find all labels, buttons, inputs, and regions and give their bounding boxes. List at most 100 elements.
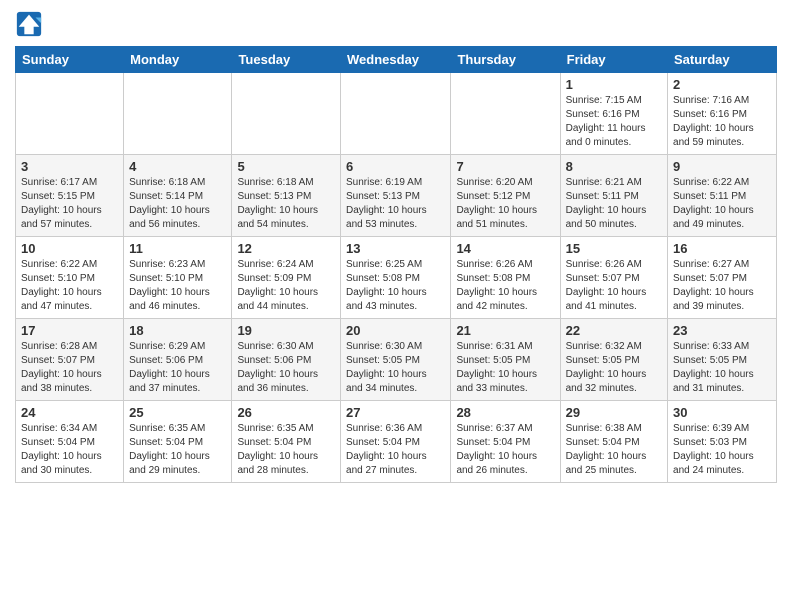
calendar-cell: 17Sunrise: 6:28 AM Sunset: 5:07 PM Dayli… xyxy=(16,319,124,401)
calendar-cell: 9 Sunrise: 6:22 AM Sunset: 5:11 PM Daylig… xyxy=(668,155,777,237)
calendar-cell: 24 Sunrise: 6:34 AM Sunset: 5:04 PM Dayli… xyxy=(16,401,124,483)
calendar-cell: 16Sunrise: 6:27 AM Sunset: 5:07 PM Dayli… xyxy=(668,237,777,319)
calendar-week-row: 1Sunrise: 7:15 AM Sunset: 6:16 PM Daylig… xyxy=(16,73,777,155)
calendar-cell: 27 Sunrise: 6:36 AM Sunset: 5:04 PM Dayli… xyxy=(341,401,451,483)
day-info: Sunrise: 6:18 AM Sunset: 5:13 PM Dayligh… xyxy=(237,176,335,232)
day-number: 4 xyxy=(129,159,226,174)
calendar-cell: 12 Sunrise: 6:24 AM Sunset: 5:09 PM Dayli… xyxy=(232,237,341,319)
calendar: SundayMondayTuesdayWednesdayThursdayFrid… xyxy=(15,46,777,483)
day-number: 30 xyxy=(673,405,771,420)
calendar-header-friday: Friday xyxy=(560,47,667,73)
day-number: 18 xyxy=(129,323,226,338)
day-info: Sunrise: 6:26 AM Sunset: 5:07 PM Dayligh… xyxy=(566,258,662,314)
day-number: 29 xyxy=(566,405,662,420)
day-info: Sunrise: 6:34 AM Sunset: 5:04 PM Dayligh… xyxy=(21,422,118,478)
day-info: Sunrise: 6:26 AM Sunset: 5:08 PM Dayligh… xyxy=(456,258,554,314)
day-info: Sunrise: 6:37 AM Sunset: 5:04 PM Dayligh… xyxy=(456,422,554,478)
logo-icon xyxy=(15,10,43,38)
calendar-cell: 18 Sunrise: 6:29 AM Sunset: 5:06 PM Dayli… xyxy=(124,319,232,401)
day-info: Sunrise: 6:36 AM Sunset: 5:04 PM Dayligh… xyxy=(346,422,445,478)
calendar-cell xyxy=(124,73,232,155)
calendar-cell xyxy=(451,73,560,155)
day-number: 21 xyxy=(456,323,554,338)
day-info: Sunrise: 6:17 AM Sunset: 5:15 PM Dayligh… xyxy=(21,176,118,232)
day-info: Sunrise: 6:22 AM Sunset: 5:10 PM Dayligh… xyxy=(21,258,118,314)
day-info: Sunrise: 6:20 AM Sunset: 5:12 PM Dayligh… xyxy=(456,176,554,232)
page: SundayMondayTuesdayWednesdayThursdayFrid… xyxy=(0,0,792,493)
calendar-cell: 4 Sunrise: 6:18 AM Sunset: 5:14 PM Daylig… xyxy=(124,155,232,237)
day-number: 1 xyxy=(566,77,662,92)
day-number: 6 xyxy=(346,159,445,174)
day-number: 9 xyxy=(673,159,771,174)
day-info: Sunrise: 6:35 AM Sunset: 5:04 PM Dayligh… xyxy=(129,422,226,478)
day-number: 12 xyxy=(237,241,335,256)
day-info: Sunrise: 6:18 AM Sunset: 5:14 PM Dayligh… xyxy=(129,176,226,232)
calendar-header-tuesday: Tuesday xyxy=(232,47,341,73)
calendar-cell: 25 Sunrise: 6:35 AM Sunset: 5:04 PM Dayli… xyxy=(124,401,232,483)
day-number: 13 xyxy=(346,241,445,256)
day-info: Sunrise: 7:16 AM Sunset: 6:16 PM Dayligh… xyxy=(673,94,771,150)
calendar-header-sunday: Sunday xyxy=(16,47,124,73)
day-number: 2 xyxy=(673,77,771,92)
day-info: Sunrise: 6:22 AM Sunset: 5:11 PM Dayligh… xyxy=(673,176,771,232)
day-number: 22 xyxy=(566,323,662,338)
calendar-week-row: 24 Sunrise: 6:34 AM Sunset: 5:04 PM Dayli… xyxy=(16,401,777,483)
calendar-header-row: SundayMondayTuesdayWednesdayThursdayFrid… xyxy=(16,47,777,73)
day-number: 7 xyxy=(456,159,554,174)
calendar-cell: 26Sunrise: 6:35 AM Sunset: 5:04 PM Dayli… xyxy=(232,401,341,483)
day-info: Sunrise: 6:31 AM Sunset: 5:05 PM Dayligh… xyxy=(456,340,554,396)
day-number: 15 xyxy=(566,241,662,256)
calendar-cell xyxy=(341,73,451,155)
day-number: 25 xyxy=(129,405,226,420)
calendar-cell: 19 Sunrise: 6:30 AM Sunset: 5:06 PM Dayli… xyxy=(232,319,341,401)
calendar-cell: 11Sunrise: 6:23 AM Sunset: 5:10 PM Dayli… xyxy=(124,237,232,319)
day-info: Sunrise: 6:32 AM Sunset: 5:05 PM Dayligh… xyxy=(566,340,662,396)
day-number: 27 xyxy=(346,405,445,420)
calendar-cell: 1Sunrise: 7:15 AM Sunset: 6:16 PM Daylig… xyxy=(560,73,667,155)
calendar-cell: 30 Sunrise: 6:39 AM Sunset: 5:03 PM Dayli… xyxy=(668,401,777,483)
day-number: 28 xyxy=(456,405,554,420)
calendar-week-row: 17Sunrise: 6:28 AM Sunset: 5:07 PM Dayli… xyxy=(16,319,777,401)
day-number: 14 xyxy=(456,241,554,256)
day-info: Sunrise: 6:30 AM Sunset: 5:06 PM Dayligh… xyxy=(237,340,335,396)
day-number: 5 xyxy=(237,159,335,174)
calendar-cell: 21 Sunrise: 6:31 AM Sunset: 5:05 PM Dayli… xyxy=(451,319,560,401)
day-info: Sunrise: 6:33 AM Sunset: 5:05 PM Dayligh… xyxy=(673,340,771,396)
calendar-week-row: 10 Sunrise: 6:22 AM Sunset: 5:10 PM Dayli… xyxy=(16,237,777,319)
day-info: Sunrise: 6:24 AM Sunset: 5:09 PM Dayligh… xyxy=(237,258,335,314)
day-info: Sunrise: 6:35 AM Sunset: 5:04 PM Dayligh… xyxy=(237,422,335,478)
calendar-cell: 20Sunrise: 6:30 AM Sunset: 5:05 PM Dayli… xyxy=(341,319,451,401)
calendar-header-saturday: Saturday xyxy=(668,47,777,73)
day-number: 10 xyxy=(21,241,118,256)
day-number: 23 xyxy=(673,323,771,338)
calendar-cell: 5 Sunrise: 6:18 AM Sunset: 5:13 PM Daylig… xyxy=(232,155,341,237)
calendar-cell: 22 Sunrise: 6:32 AM Sunset: 5:05 PM Dayli… xyxy=(560,319,667,401)
calendar-cell: 28 Sunrise: 6:37 AM Sunset: 5:04 PM Dayli… xyxy=(451,401,560,483)
calendar-cell: 7 Sunrise: 6:20 AM Sunset: 5:12 PM Daylig… xyxy=(451,155,560,237)
logo xyxy=(15,10,47,38)
calendar-cell: 6 Sunrise: 6:19 AM Sunset: 5:13 PM Daylig… xyxy=(341,155,451,237)
day-number: 19 xyxy=(237,323,335,338)
calendar-cell xyxy=(16,73,124,155)
header xyxy=(15,10,777,38)
day-info: Sunrise: 6:21 AM Sunset: 5:11 PM Dayligh… xyxy=(566,176,662,232)
calendar-week-row: 3Sunrise: 6:17 AM Sunset: 5:15 PM Daylig… xyxy=(16,155,777,237)
calendar-header-wednesday: Wednesday xyxy=(341,47,451,73)
day-info: Sunrise: 6:25 AM Sunset: 5:08 PM Dayligh… xyxy=(346,258,445,314)
calendar-cell: 15 Sunrise: 6:26 AM Sunset: 5:07 PM Dayli… xyxy=(560,237,667,319)
day-number: 17 xyxy=(21,323,118,338)
day-info: Sunrise: 6:29 AM Sunset: 5:06 PM Dayligh… xyxy=(129,340,226,396)
calendar-cell: 3Sunrise: 6:17 AM Sunset: 5:15 PM Daylig… xyxy=(16,155,124,237)
calendar-cell: 23 Sunrise: 6:33 AM Sunset: 5:05 PM Dayli… xyxy=(668,319,777,401)
calendar-header-monday: Monday xyxy=(124,47,232,73)
day-info: Sunrise: 6:39 AM Sunset: 5:03 PM Dayligh… xyxy=(673,422,771,478)
calendar-cell: 14 Sunrise: 6:26 AM Sunset: 5:08 PM Dayli… xyxy=(451,237,560,319)
calendar-header-thursday: Thursday xyxy=(451,47,560,73)
calendar-cell: 2 Sunrise: 7:16 AM Sunset: 6:16 PM Daylig… xyxy=(668,73,777,155)
calendar-cell: 8 Sunrise: 6:21 AM Sunset: 5:11 PM Daylig… xyxy=(560,155,667,237)
day-info: Sunrise: 6:27 AM Sunset: 5:07 PM Dayligh… xyxy=(673,258,771,314)
day-info: Sunrise: 6:19 AM Sunset: 5:13 PM Dayligh… xyxy=(346,176,445,232)
day-number: 8 xyxy=(566,159,662,174)
day-number: 24 xyxy=(21,405,118,420)
calendar-cell: 13 Sunrise: 6:25 AM Sunset: 5:08 PM Dayli… xyxy=(341,237,451,319)
